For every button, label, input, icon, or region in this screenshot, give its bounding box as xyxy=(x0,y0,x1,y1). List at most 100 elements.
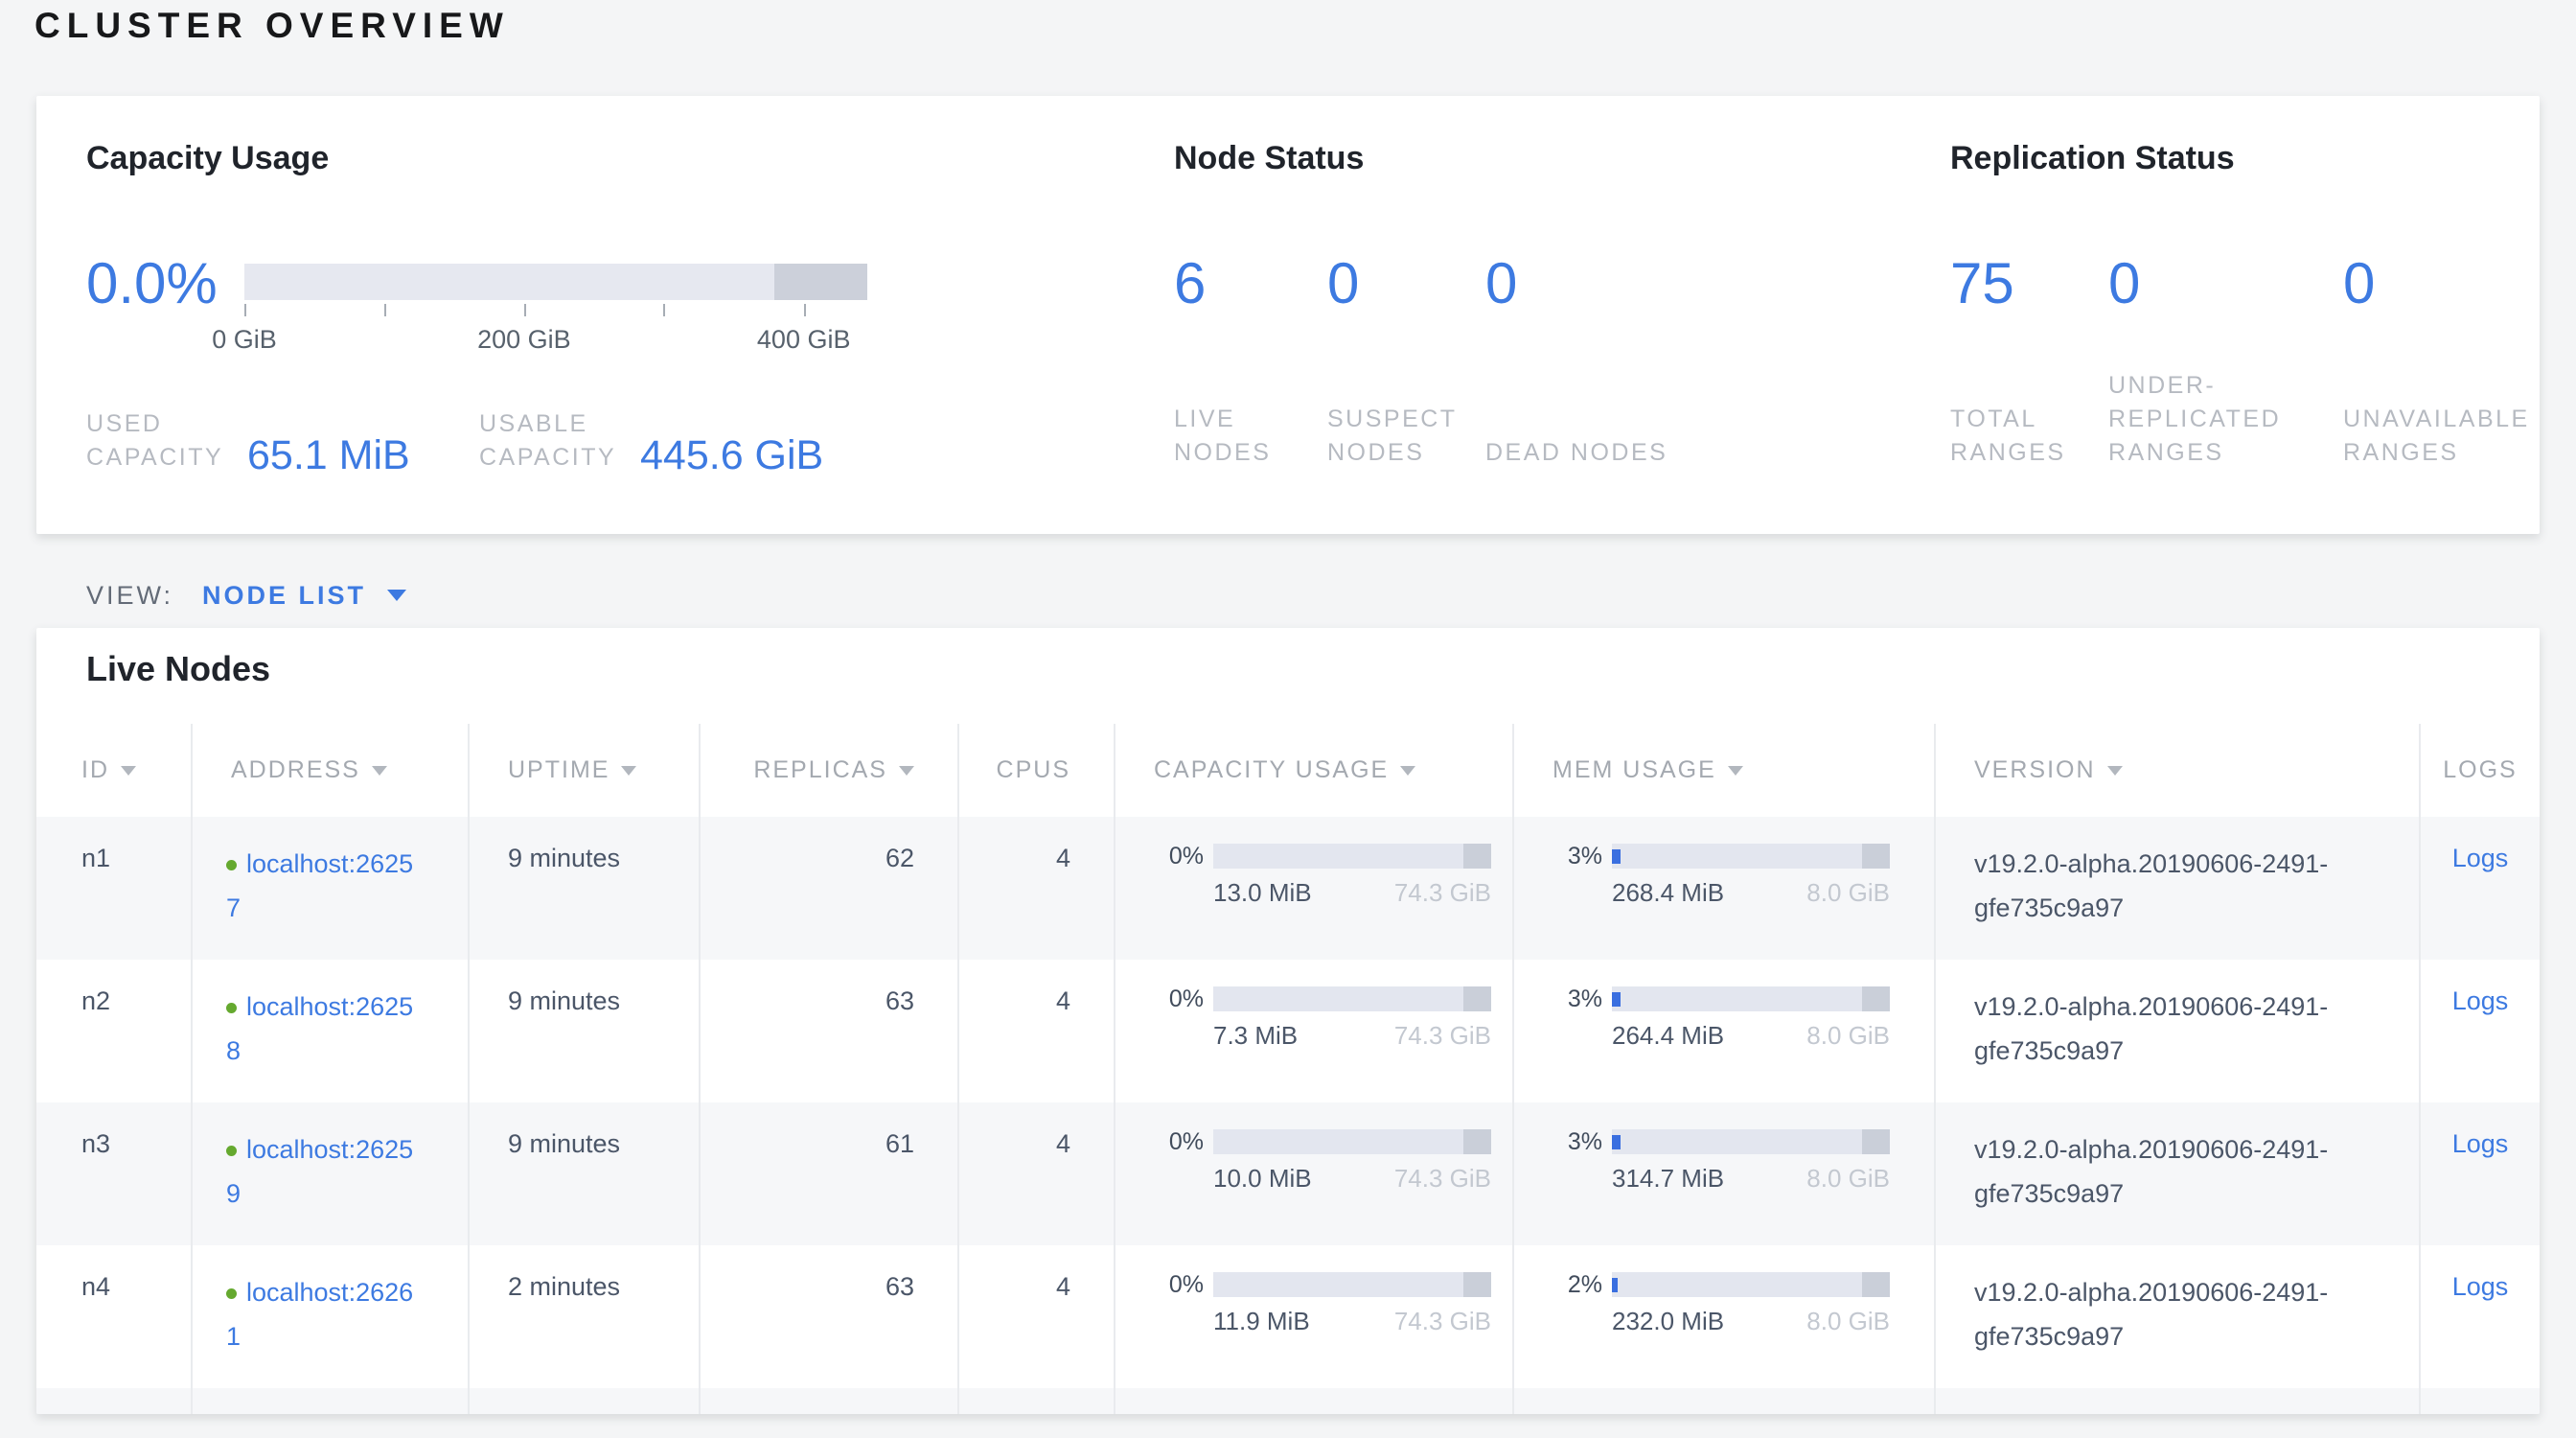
replication-status-section: Replication Status 75 TOTAL RANGES 0 UND… xyxy=(1950,96,2540,534)
chevron-down-icon[interactable] xyxy=(387,590,406,601)
logs-link[interactable]: Logs xyxy=(2452,986,2509,1015)
logs-cell: Logs xyxy=(2420,817,2540,960)
capacity-usage-bar xyxy=(1213,1272,1491,1297)
capacity-usage-bar-reserved-segment xyxy=(1463,1272,1491,1297)
capacity-bar-track xyxy=(244,264,867,300)
view-dropdown[interactable]: NODE LIST xyxy=(202,581,366,611)
node-address-cell: localhost:26258 xyxy=(192,960,469,1102)
logs-link[interactable]: Logs xyxy=(2452,1272,2509,1301)
used-capacity-stat: USED CAPACITY 65.1 MiB xyxy=(86,407,479,475)
column-header-label: LOGS xyxy=(2443,756,2517,784)
capacity-axis: 0 GiB200 GiB400 GiB xyxy=(244,300,867,367)
column-header-label: CAPACITY USAGE xyxy=(1154,756,1389,784)
view-selector: VIEW: NODE LIST xyxy=(86,573,406,617)
node-address-link[interactable]: localhost:26259 xyxy=(226,1135,413,1208)
mem-usage-used-value: 314.7 MiB xyxy=(1612,1164,1724,1193)
column-header-label: VERSION xyxy=(1974,756,2096,784)
mem-usage-bar-reserved-segment xyxy=(1862,986,1890,1011)
column-header-id[interactable]: ID xyxy=(36,724,192,817)
mem-usage-total-value: 8.0 GiB xyxy=(1806,1164,1890,1193)
capacity-usage-bar xyxy=(1213,986,1491,1011)
unavailable-ranges-metric: 0 UNAVAILABLE RANGES xyxy=(2343,255,2540,470)
capacity-used-percent: 0.0% xyxy=(86,255,218,313)
node-cpus: 4 xyxy=(958,1245,1115,1388)
column-header-capacity[interactable]: CAPACITY USAGE xyxy=(1115,724,1513,817)
live-nodes-metric: 6 LIVE NODES xyxy=(1174,255,1327,470)
node-address-link[interactable]: localhost:26261 xyxy=(226,1278,413,1351)
node-row-n3: n3localhost:262599 minutes6140%10.0 MiB7… xyxy=(36,1102,2540,1245)
under-replicated-ranges-count: 0 xyxy=(2108,255,2343,313)
column-header-mem[interactable]: MEM USAGE xyxy=(1513,724,1935,817)
under-replicated-ranges-metric: 0 UNDER-REPLICATED RANGES xyxy=(2108,255,2343,470)
total-ranges-label: TOTAL RANGES xyxy=(1950,403,2108,470)
node-uptime: 9 minutes xyxy=(469,1388,700,1414)
replication-status-heading: Replication Status xyxy=(1950,140,2235,177)
column-header-replicas[interactable]: REPLICAS xyxy=(700,724,958,817)
column-header-label: MEM USAGE xyxy=(1552,756,1716,784)
table-header-row: ID ADDRESS UPTIMEREPLICASCPUS CAPACITY USAG… xyxy=(36,724,2540,817)
capacity-usage-percent: 0% xyxy=(1154,1272,1204,1297)
mem-usage-percent: 2% xyxy=(1552,1272,1602,1297)
node-id: n4 xyxy=(36,1245,192,1388)
mem-usage-bar-reserved-segment xyxy=(1862,1129,1890,1154)
mem-usage-total-value: 8.0 GiB xyxy=(1806,878,1890,907)
mem-usage-used-value: 232.0 MiB xyxy=(1612,1307,1724,1335)
logs-link[interactable]: Logs xyxy=(2452,1129,2509,1158)
node-status-section: Node Status 6 LIVE NODES 0 SUSPECT NODES… xyxy=(1174,96,1902,534)
node-version: v19.2.0-alpha.20190606-2491-gfe735c9a97 xyxy=(1935,960,2420,1102)
node-row-n2: n2localhost:262589 minutes6340%7.3 MiB74… xyxy=(36,960,2540,1102)
capacity-stats: USED CAPACITY 65.1 MiB USABLE CAPACITY 4… xyxy=(86,407,823,475)
mem-usage-bar xyxy=(1612,1129,1890,1154)
live-nodes-panel: Live Nodes IDADDRESSUPTIMEREPLICASCPUSCA… xyxy=(36,628,2540,1414)
column-header-label: ID xyxy=(81,756,109,784)
node-version: v19.2.0-alpha.20190606-2491-gfe735c9a97 xyxy=(1935,817,2420,960)
capacity-bar: 0 GiB200 GiB400 GiB xyxy=(244,264,867,367)
column-header-cpus: CPUS xyxy=(958,724,1115,817)
live-nodes-label: LIVE NODES xyxy=(1174,403,1327,470)
mem-usage-bar-reserved-segment xyxy=(1862,844,1890,869)
node-live-dot-icon xyxy=(226,1288,237,1299)
replication-metrics: 75 TOTAL RANGES 0 UNDER-REPLICATED RANGE… xyxy=(1950,255,2540,470)
node-address-cell: localhost:26262 xyxy=(192,1388,469,1414)
node-row-n1: n1localhost:262579 minutes6240%13.0 MiB7… xyxy=(36,817,2540,960)
logs-cell: Logs xyxy=(2420,1245,2540,1388)
node-cpus: 4 xyxy=(958,817,1115,960)
node-id: n2 xyxy=(36,960,192,1102)
page-title: CLUSTER OVERVIEW xyxy=(34,6,510,46)
capacity-usage-cell: 0%12.4 MiB74.3 GiB xyxy=(1115,1388,1513,1414)
column-header-label: ADDRESS xyxy=(231,756,360,784)
node-version: v19.2.0-alpha.20190606-2491-gfe735c9a97 xyxy=(1935,1245,2420,1388)
axis-tick-label: 400 GiB xyxy=(757,325,851,355)
logs-cell: Logs xyxy=(2420,1102,2540,1245)
node-id: n5 xyxy=(36,1388,192,1414)
node-replicas: 63 xyxy=(700,960,958,1102)
axis-tick xyxy=(663,304,665,316)
capacity-usage-percent: 0% xyxy=(1154,986,1204,1011)
node-row-n4: n4localhost:262612 minutes6340%11.9 MiB7… xyxy=(36,1245,2540,1388)
logs-cell: Logs xyxy=(2420,1388,2540,1414)
node-row-n5: n5localhost:262629 minutes6340%12.4 MiB7… xyxy=(36,1388,2540,1414)
axis-tick xyxy=(804,304,806,316)
capacity-usage-bar xyxy=(1213,1129,1491,1154)
column-header-version[interactable]: VERSION xyxy=(1935,724,2420,817)
mem-usage-percent: 3% xyxy=(1552,1129,1602,1154)
node-address-link[interactable]: localhost:26257 xyxy=(226,849,413,922)
capacity-usage-bar xyxy=(1213,844,1491,869)
mem-usage-percent: 3% xyxy=(1552,844,1602,869)
mem-usage-used-value: 268.4 MiB xyxy=(1612,878,1724,907)
total-ranges-metric: 75 TOTAL RANGES xyxy=(1950,255,2108,470)
mem-usage-bar-reserved-segment xyxy=(1862,1272,1890,1297)
column-header-uptime[interactable]: UPTIME xyxy=(469,724,700,817)
column-header-address[interactable]: ADDRESS xyxy=(192,724,469,817)
capacity-usage-total-value: 74.3 GiB xyxy=(1394,1164,1491,1193)
mem-usage-total-value: 8.0 GiB xyxy=(1806,1307,1890,1335)
capacity-usage-bar-reserved-segment xyxy=(1463,1129,1491,1154)
suspect-nodes-count: 0 xyxy=(1327,255,1485,313)
node-replicas: 63 xyxy=(700,1388,958,1414)
node-address-link[interactable]: localhost:26258 xyxy=(226,992,413,1065)
node-id: n3 xyxy=(36,1102,192,1245)
logs-link[interactable]: Logs xyxy=(2452,844,2509,872)
node-status-heading: Node Status xyxy=(1174,140,1364,177)
node-live-dot-icon xyxy=(226,1146,237,1156)
mem-usage-cell: 3% 268.4 MiB 8.0 GiB xyxy=(1513,817,1935,960)
